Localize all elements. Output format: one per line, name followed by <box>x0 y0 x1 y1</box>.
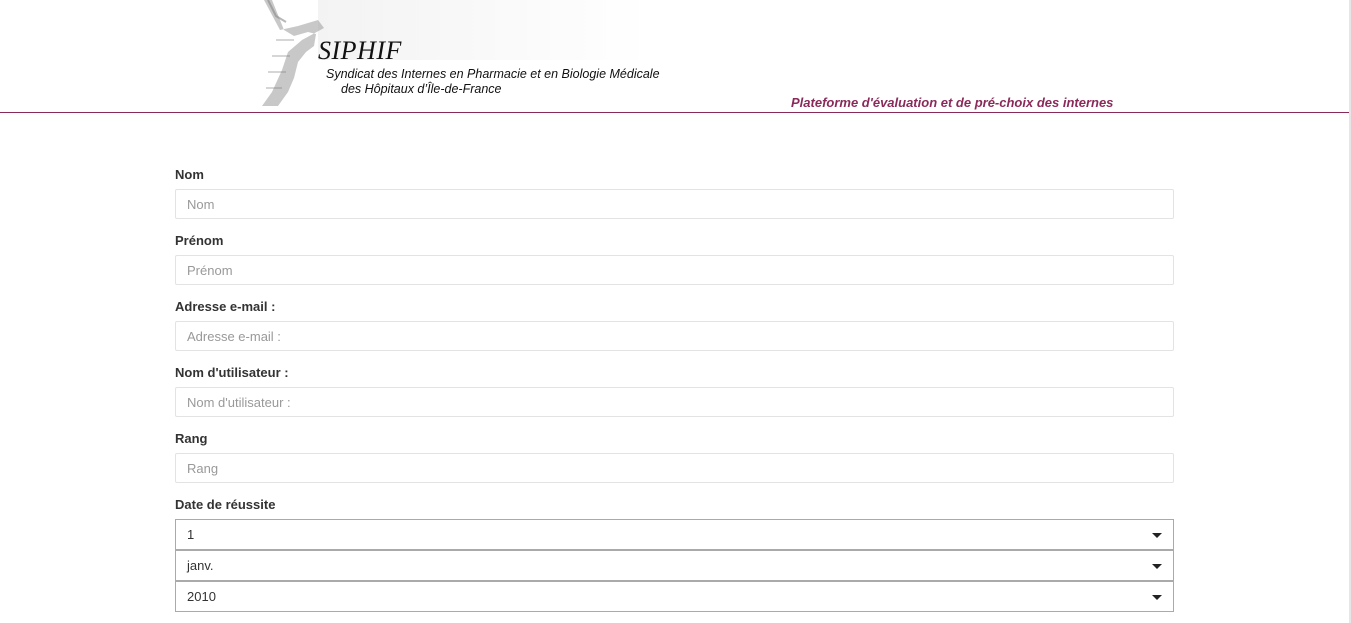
chevron-down-icon <box>1152 595 1162 600</box>
chevron-down-icon <box>1152 564 1162 569</box>
label-date-reussite: Date de réussite <box>175 497 276 512</box>
date-reussite-group: Date de réussite 1 janv. 2010 <box>175 496 1174 612</box>
logo-title: SIPHIF <box>318 36 402 65</box>
platform-tagline: Plateforme d'évaluation et de pré-choix … <box>791 95 1114 110</box>
header: SIPHIF Syndicat des Internes en Pharmaci… <box>0 0 1351 113</box>
rang-input[interactable] <box>175 453 1174 483</box>
label-prenom: Prénom <box>175 233 224 248</box>
month-select[interactable]: janv. <box>175 550 1174 581</box>
chevron-down-icon <box>1152 533 1162 538</box>
label-username: Nom d'utilisateur : <box>175 365 289 380</box>
email-input[interactable] <box>175 321 1174 351</box>
label-nom: Nom <box>175 167 204 182</box>
field-email: Adresse e-mail : <box>175 298 1174 364</box>
logo-subtitle-line1: Syndicat des Internes en Pharmacie et en… <box>326 67 660 81</box>
prenom-input[interactable] <box>175 255 1174 285</box>
nom-input[interactable] <box>175 189 1174 219</box>
label-rang: Rang <box>175 431 208 446</box>
registration-form: Nom Prénom Adresse e-mail : Nom d'utilis… <box>175 166 1174 612</box>
header-divider <box>0 112 1349 113</box>
day-select[interactable]: 1 <box>175 519 1174 550</box>
year-select[interactable]: 2010 <box>175 581 1174 612</box>
field-nom: Nom <box>175 166 1174 232</box>
page: SIPHIF Syndicat des Internes en Pharmaci… <box>0 0 1351 623</box>
day-select-value: 1 <box>187 527 195 542</box>
logo-subtitle-line2: des Hôpitaux d’Île-de-France <box>341 82 502 96</box>
field-username: Nom d'utilisateur : <box>175 364 1174 430</box>
siphif-logo: SIPHIF Syndicat des Internes en Pharmaci… <box>258 0 660 108</box>
username-input[interactable] <box>175 387 1174 417</box>
year-select-value: 2010 <box>187 589 216 604</box>
month-select-value: janv. <box>187 558 214 573</box>
label-email: Adresse e-mail : <box>175 299 276 314</box>
field-prenom: Prénom <box>175 232 1174 298</box>
field-rang: Rang <box>175 430 1174 496</box>
